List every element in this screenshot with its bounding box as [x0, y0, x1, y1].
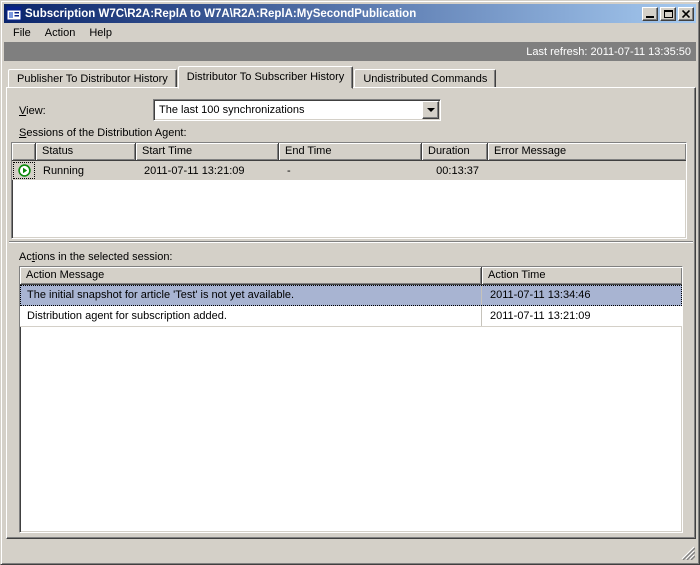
maximize-icon [663, 9, 673, 18]
refresh-status-bar: Last refresh: 2011-07-11 13:35:50 [4, 42, 696, 61]
actions-grid-header: Action Message Action Time [20, 267, 682, 285]
actions-column-message[interactable]: Action Message [20, 267, 482, 285]
minimize-button[interactable] [642, 6, 658, 21]
minimize-icon [646, 15, 654, 18]
session-end-time: - [287, 164, 291, 177]
action-row-selected[interactable]: The initial snapshot for article 'Test' … [20, 285, 682, 306]
actions-column-time[interactable]: Action Time [482, 267, 682, 285]
menu-file[interactable]: File [6, 25, 38, 41]
window-controls [642, 6, 694, 21]
sessions-column-status[interactable]: Status [36, 143, 136, 161]
sessions-column-error-message[interactable]: Error Message [488, 143, 686, 161]
tab-undistributed-commands[interactable]: Undistributed Commands [354, 69, 497, 88]
resize-grip-icon[interactable] [681, 546, 695, 560]
session-status: Running [43, 164, 84, 177]
action-message: Distribution agent for subscription adde… [20, 306, 482, 326]
session-start-time: 2011-07-11 13:21:09 [144, 164, 245, 177]
close-button[interactable] [678, 6, 694, 21]
sessions-column-duration[interactable]: Duration [422, 143, 488, 161]
last-refresh-text: Last refresh: 2011-07-11 13:35:50 [526, 45, 691, 58]
status-bar [4, 539, 696, 561]
menu-action[interactable]: Action [38, 25, 83, 41]
chevron-down-icon [426, 108, 435, 112]
subscription-window: Subscription W7C\R2A:ReplA to W7A\R2A:Re… [0, 0, 700, 565]
session-duration: 00:13:37 [436, 164, 479, 177]
view-combobox[interactable]: The last 100 synchronizations [153, 99, 441, 121]
action-time: 2011-07-11 13:21:09 [490, 310, 591, 322]
sessions-column-start-time[interactable]: Start Time [136, 143, 279, 161]
app-icon [6, 6, 22, 21]
action-message: The initial snapshot for article 'Test' … [20, 285, 482, 305]
actions-label: Actions in the selected session: [19, 251, 173, 263]
tab-distributor-to-subscriber-history[interactable]: Distributor To Subscriber History [177, 66, 354, 89]
view-combobox-dropdown-button[interactable] [422, 101, 439, 119]
session-status-icon-cell [12, 161, 36, 180]
tab-page-distributor-to-subscriber: View: The last 100 synchronizations Sess… [6, 87, 696, 539]
action-time: 2011-07-11 13:34:46 [490, 289, 591, 301]
menu-bar: File Action Help [4, 24, 696, 42]
tab-publisher-to-distributor-history[interactable]: Publisher To Distributor History [8, 69, 177, 88]
view-label: View: [19, 105, 46, 117]
window-title: Subscription W7C\R2A:ReplA to W7A\R2A:Re… [25, 7, 417, 20]
tab-strip: Publisher To Distributor History Distrib… [6, 65, 696, 89]
close-icon [682, 9, 690, 18]
tab-control: Publisher To Distributor History Distrib… [6, 65, 696, 539]
horizontal-splitter[interactable] [9, 241, 693, 243]
sessions-column-icon[interactable] [12, 143, 36, 161]
sessions-grid-header: Status Start Time End Time Duration Erro… [12, 143, 686, 161]
session-row[interactable]: Running 2011-07-11 13:21:09 - 00:13:37 [12, 161, 686, 180]
running-icon [17, 164, 31, 177]
actions-grid: Action Message Action Time The initial s… [19, 266, 683, 533]
menu-help[interactable]: Help [82, 25, 119, 41]
sessions-column-end-time[interactable]: End Time [279, 143, 422, 161]
view-combobox-value: The last 100 synchronizations [159, 104, 305, 116]
sessions-grid: Status Start Time End Time Duration Erro… [11, 142, 687, 239]
maximize-button[interactable] [660, 6, 676, 21]
action-row[interactable]: Distribution agent for subscription adde… [20, 306, 682, 327]
title-bar[interactable]: Subscription W7C\R2A:ReplA to W7A\R2A:Re… [4, 4, 696, 23]
sessions-label: Sessions of the Distribution Agent: [19, 127, 187, 139]
